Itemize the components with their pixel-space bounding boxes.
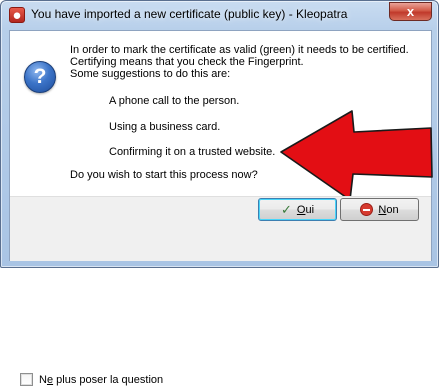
dont-ask-again-label[interactable]: Ne plus poser la question (39, 374, 163, 386)
suggestion-trusted-website: Confirming it on a trusted website. (109, 146, 276, 158)
suggestion-business-card: Using a business card. (109, 121, 221, 133)
yes-button[interactable]: ✓ Oui (258, 198, 337, 221)
certificate-dialog-window: You have imported a new certificate (pub… (0, 0, 439, 386)
dont-ask-again-option[interactable]: Ne plus poser la question (20, 373, 163, 386)
message-line-1: In order to mark the certificate as vali… (70, 44, 409, 56)
red-arrow-annotation (280, 110, 433, 201)
close-button[interactable]: x (389, 2, 432, 21)
window-title: You have imported a new certificate (pub… (31, 7, 348, 21)
title-bar[interactable]: You have imported a new certificate (pub… (1, 1, 438, 29)
red-arrow-shape (280, 110, 433, 201)
question-glyph: ? (33, 65, 47, 88)
question-icon: ? (24, 61, 56, 93)
no-entry-icon (360, 203, 374, 216)
message-prompt: Do you wish to start this process now? (70, 169, 258, 181)
yes-button-label: Oui (296, 203, 315, 216)
no-button-label: Non (378, 203, 399, 216)
dont-ask-again-checkbox[interactable] (20, 373, 33, 386)
check-icon: ✓ (280, 202, 292, 217)
dialog-client-area: ? In order to mark the certificate as va… (9, 30, 433, 386)
message-line-2: Certifying means that you check the Fing… (70, 56, 304, 68)
no-button[interactable]: Non (340, 198, 419, 221)
close-icon: x (406, 4, 415, 19)
message-area: ? In order to mark the certificate as va… (10, 31, 433, 201)
kleopatra-app-icon (9, 7, 25, 23)
message-line-3: Some suggestions to do this are: (70, 68, 231, 80)
suggestion-phone-call: A phone call to the person. (109, 95, 240, 107)
